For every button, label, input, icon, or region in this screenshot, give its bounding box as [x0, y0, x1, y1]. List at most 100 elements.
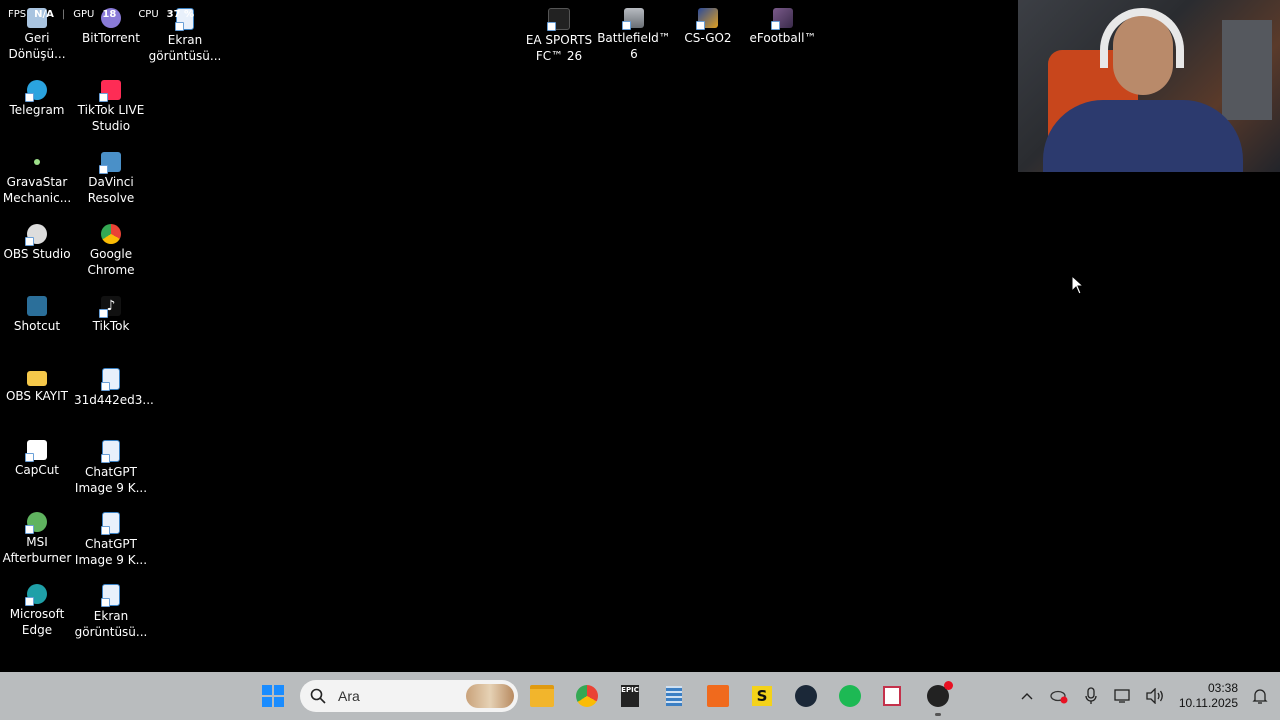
- taskbar-clock[interactable]: 03:38 10.11.2025: [1179, 681, 1238, 711]
- image-file-icon: [101, 440, 120, 463]
- desktop-icon-msi-afterburner[interactable]: MSI Afterburner: [0, 512, 74, 566]
- tray-volume[interactable]: [1141, 682, 1169, 710]
- clock-time: 03:38: [1207, 681, 1238, 695]
- webcam-overlay: [1018, 0, 1280, 172]
- gpu-label: GPU: [73, 9, 95, 20]
- calculator-icon: [666, 686, 682, 706]
- system-tray: 03:38 10.11.2025: [1011, 672, 1280, 720]
- desktop-icon-label: DaVinci Resolve: [87, 175, 135, 205]
- desktop-icon-shotcut[interactable]: Shotcut: [0, 296, 74, 334]
- desktop-icon-csgo2[interactable]: CS-GO2: [671, 8, 745, 46]
- taskbar-s-app[interactable]: S: [746, 680, 778, 712]
- image-file-icon: [101, 584, 120, 607]
- desktop-icon-label: Battlefield™ 6: [597, 31, 671, 61]
- desktop[interactable]: FPS N/A | GPU 18 CPU 37 % Geri Dönüşü...…: [0, 0, 1280, 672]
- desktop-icon-telegram[interactable]: Telegram: [0, 80, 74, 118]
- file-explorer-icon: [530, 685, 554, 707]
- image-file-icon: [101, 368, 120, 391]
- taskbar-steam[interactable]: [790, 680, 822, 712]
- desktop-icon-obs-kayit[interactable]: OBS KAYIT: [0, 368, 74, 404]
- desktop-icon-obs-studio[interactable]: OBS Studio: [0, 224, 74, 262]
- tiktok-live-studio-icon: [99, 80, 121, 102]
- taskbar-snipping-tool[interactable]: [876, 680, 908, 712]
- desktop-icon-label: GravaStar Mechanic...: [2, 175, 72, 205]
- desktop-icon-label: Geri Dönüşü...: [8, 31, 66, 61]
- fps-label: FPS: [8, 9, 27, 20]
- fps-value: N/A: [34, 9, 54, 20]
- microphone-icon: [1085, 687, 1097, 704]
- tray-onedrive-error[interactable]: [1045, 682, 1073, 710]
- desktop-icon-label: Google Chrome: [87, 247, 135, 277]
- gravastar-icon: [34, 159, 40, 165]
- taskbar-spotify[interactable]: [834, 680, 866, 712]
- gpu-value: 18: [102, 9, 117, 20]
- shotcut-icon: [27, 296, 47, 316]
- desktop-icon-tiktok-live-studio[interactable]: TikTok LIVE Studio: [74, 80, 148, 134]
- chrome-icon: [101, 224, 121, 244]
- active-app-indicator: [935, 713, 941, 716]
- taskbar-epic-games[interactable]: EPIC: [614, 680, 646, 712]
- windows-logo-icon: [262, 685, 284, 707]
- mouse-pointer-icon: [1071, 275, 1085, 295]
- edge-icon: [25, 584, 47, 606]
- app-orange-icon: [707, 685, 729, 707]
- desktop-icon-label: TikTok: [92, 319, 130, 333]
- folder-icon: [27, 371, 47, 386]
- desktop-icon-label: Ekran görüntüsü...: [74, 609, 148, 639]
- cpu-value: 37 %: [166, 9, 195, 20]
- desktop-icon-gravastar[interactable]: GravaStar Mechanic...: [0, 152, 74, 206]
- overlay-separator: |: [61, 9, 66, 20]
- epic-games-icon: EPIC: [621, 685, 639, 707]
- snipping-tool-icon: [883, 686, 901, 706]
- s-app-icon: S: [752, 686, 772, 706]
- clock-date: 10.11.2025: [1178, 696, 1238, 710]
- notifications-button[interactable]: [1246, 682, 1274, 710]
- desktop-icon-label: CS-GO2: [684, 31, 732, 45]
- start-button[interactable]: [257, 680, 289, 712]
- show-hidden-icons-button[interactable]: [1013, 682, 1041, 710]
- desktop-icon-label: ChatGPT Image 9 K...: [74, 465, 148, 495]
- desktop-icon-label: ChatGPT Image 9 K...: [74, 537, 148, 567]
- desktop-icon-image-31d442ed3[interactable]: 31d442ed3...: [74, 368, 154, 408]
- steam-icon: [795, 685, 817, 707]
- ea-sports-fc-icon: [547, 8, 570, 31]
- desktop-icon-label: OBS KAYIT: [5, 389, 69, 403]
- search-icon: [310, 688, 326, 704]
- desktop-icon-microsoft-edge[interactable]: Microsoft Edge: [0, 584, 74, 638]
- battlefield-icon: [622, 8, 644, 30]
- tiktok-icon: ♪: [99, 296, 121, 318]
- network-icon: [1114, 689, 1130, 703]
- desktop-icon-label: 31d442ed3...: [74, 393, 154, 407]
- desktop-icon-capcut[interactable]: CapCut: [0, 440, 74, 478]
- desktop-icon-label: Microsoft Edge: [9, 607, 65, 637]
- taskbar-chrome[interactable]: [571, 680, 603, 712]
- performance-overlay: FPS N/A | GPU 18 CPU 37 %: [8, 9, 194, 20]
- desktop-icon-chatgpt-image-1[interactable]: ChatGPT Image 9 K...: [74, 440, 148, 496]
- desktop-icon-efootball[interactable]: eFootball™: [746, 8, 820, 46]
- desktop-icon-tiktok[interactable]: ♪ TikTok: [74, 296, 148, 334]
- search-highlight-image: [466, 684, 514, 708]
- desktop-icon-label: EA SPORTS FC™ 26: [525, 33, 593, 63]
- taskbar-file-explorer[interactable]: [526, 680, 558, 712]
- desktop-icon-battlefield[interactable]: Battlefield™ 6: [597, 8, 671, 62]
- webcam-background-shelf: [1222, 20, 1272, 120]
- cloud-error-icon: [1050, 690, 1068, 704]
- taskbar-app-orange[interactable]: [702, 680, 734, 712]
- desktop-icon-ea-sports-fc[interactable]: EA SPORTS FC™ 26: [522, 8, 596, 64]
- webcam-headset: [1100, 8, 1184, 68]
- msi-afterburner-icon: [25, 512, 47, 534]
- desktop-icon-davinci-resolve[interactable]: DaVinci Resolve: [74, 152, 148, 206]
- taskbar-calculator[interactable]: [658, 680, 690, 712]
- taskbar-obs-studio[interactable]: [922, 680, 954, 716]
- desktop-icon-google-chrome[interactable]: Google Chrome: [74, 224, 148, 278]
- desktop-icon-label: Ekran görüntüsü...: [148, 33, 222, 63]
- desktop-icon-ekran-goruntusu-2[interactable]: Ekran görüntüsü...: [74, 584, 148, 640]
- tray-network[interactable]: [1109, 682, 1137, 710]
- tray-microphone[interactable]: [1077, 682, 1105, 710]
- desktop-icon-chatgpt-image-2[interactable]: ChatGPT Image 9 K...: [74, 512, 148, 568]
- desktop-icon-label: Shotcut: [13, 319, 61, 333]
- image-file-icon: [101, 512, 120, 535]
- taskbar-search-box[interactable]: Ara: [300, 680, 518, 712]
- desktop-icon-label: MSI Afterburner: [2, 535, 72, 565]
- webcam-person-body: [1043, 100, 1243, 172]
